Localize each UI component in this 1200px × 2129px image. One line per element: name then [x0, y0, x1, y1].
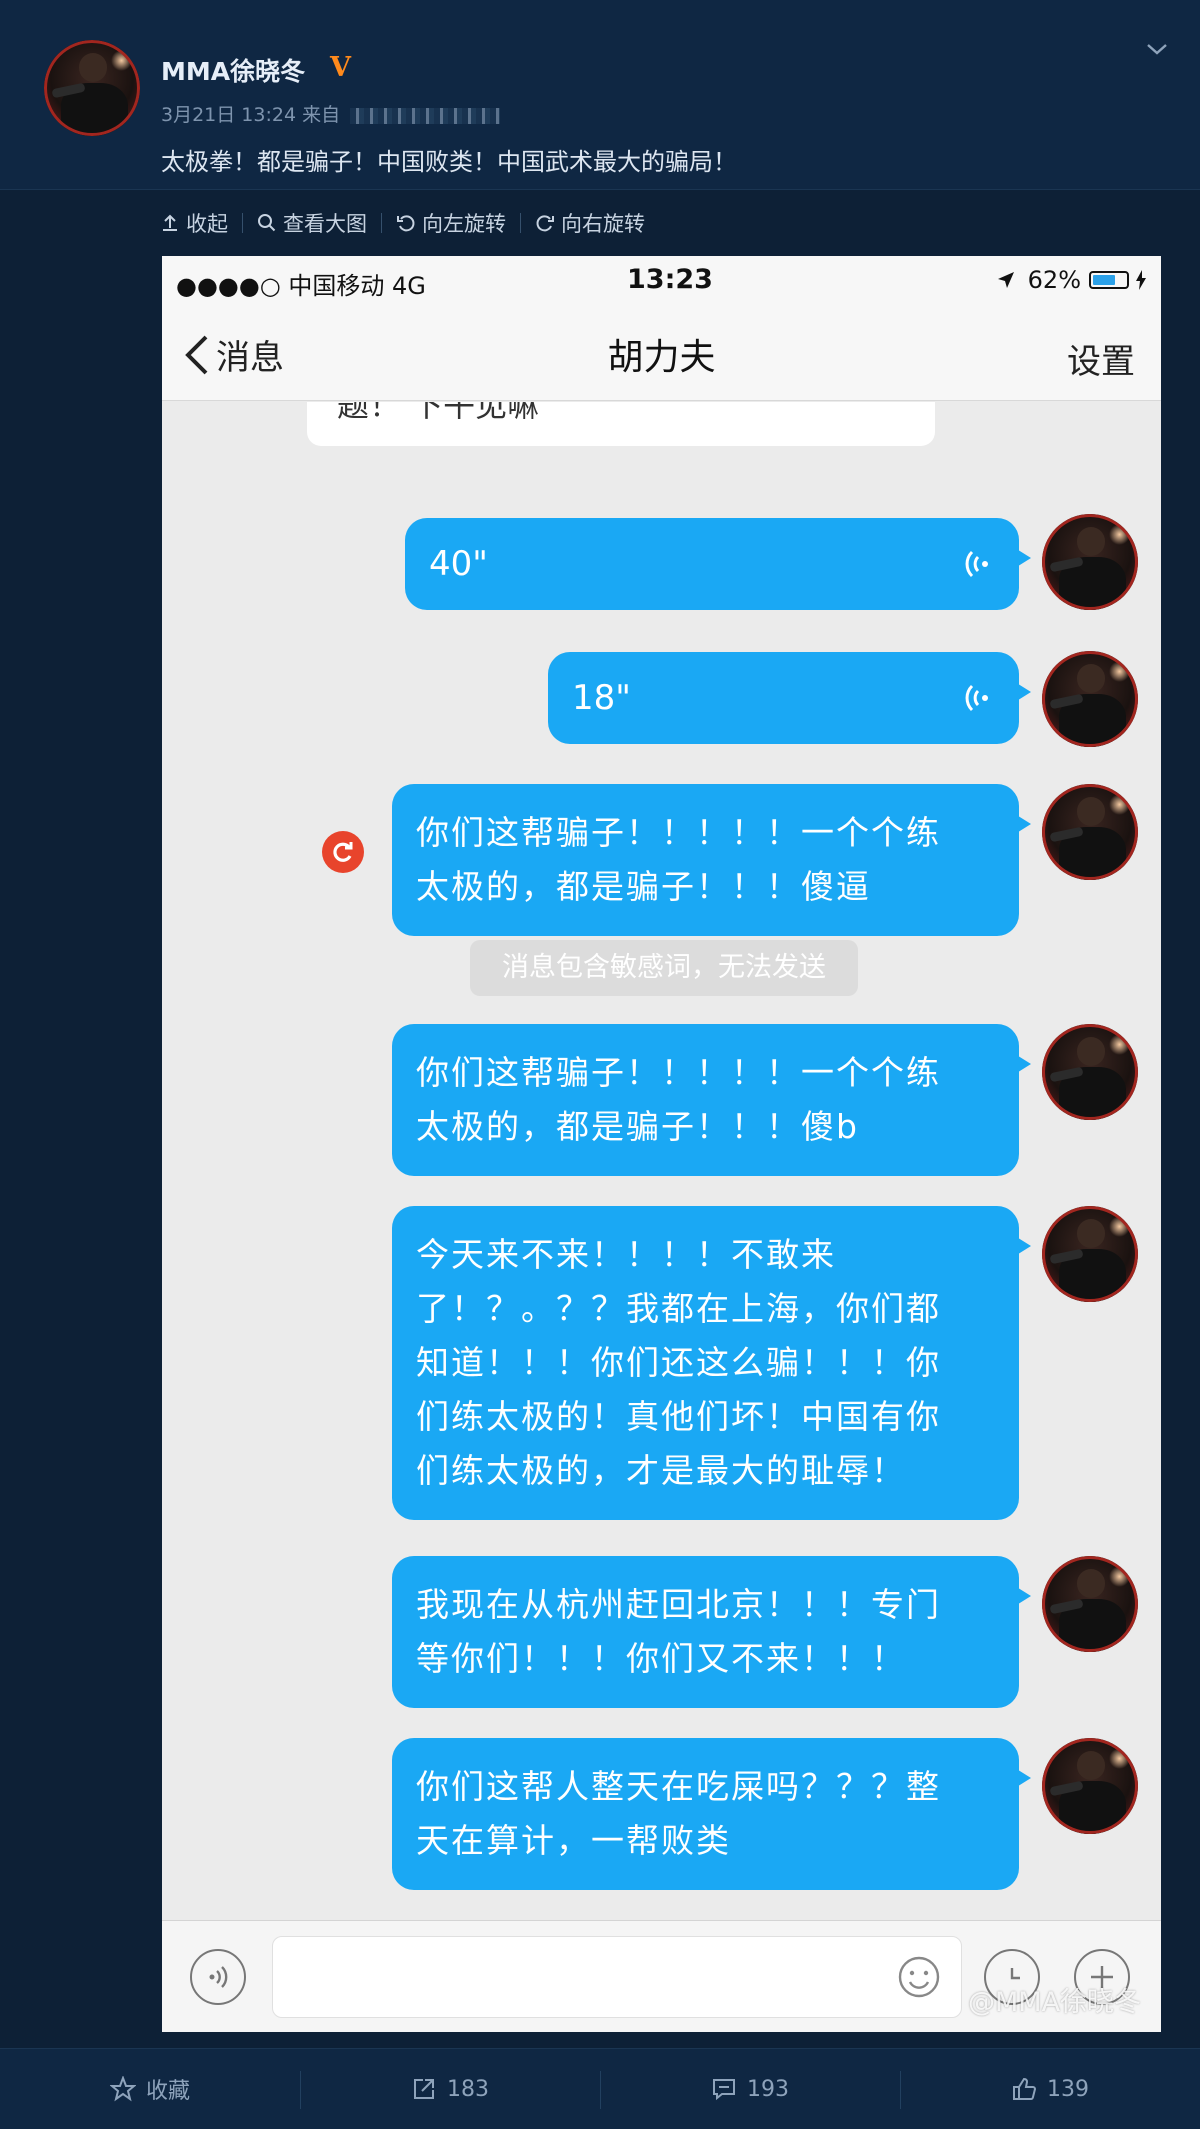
message-line: 太极的，都是骗子！！！傻逼: [416, 867, 871, 906]
voice-wave-icon: [209, 1966, 228, 1988]
sender-avatar[interactable]: [1042, 651, 1138, 747]
message-line: 你们这帮人整天在吃屎吗？？？整: [416, 1767, 941, 1806]
message-line: 天在算计，一帮败类: [416, 1821, 731, 1860]
comment-button[interactable]: 193: [600, 2049, 900, 2129]
message-line: 了！？。？？我都在上海，你们都: [416, 1289, 941, 1328]
search-icon: [258, 214, 276, 232]
message-input[interactable]: [272, 1936, 962, 2018]
resend-icon[interactable]: [322, 831, 364, 873]
share-icon: [414, 2079, 434, 2099]
text-message[interactable]: 我现在从杭州赶回北京！！！专门 等你们！！！你们又不来！！！: [392, 1556, 1031, 1708]
status-right: 62%: [996, 266, 1147, 294]
like-button[interactable]: 139: [900, 2049, 1200, 2129]
carrier-signal: ●●●●○ 中国移动 4G: [176, 272, 426, 300]
voice-wave-icon: [965, 684, 988, 712]
status-time: 13:23: [627, 264, 713, 295]
rotate-right-icon: [536, 215, 554, 232]
rotate-left-label: 向左旋转: [422, 212, 506, 236]
watermark-text: @MMA徐晓冬: [968, 1987, 1142, 2018]
sender-avatar[interactable]: [1042, 1206, 1138, 1302]
battery-icon: [1089, 271, 1129, 289]
collapse-button[interactable]: 收起: [160, 208, 242, 238]
sender-avatar[interactable]: [1042, 784, 1138, 880]
divider: [242, 213, 243, 233]
voice-input-button[interactable]: [190, 1949, 246, 2005]
charging-icon: [1136, 270, 1146, 290]
status-bar: ●●●●○ 中国移动 4G 13:23 62%: [162, 256, 1161, 306]
arrow-up-icon: [163, 214, 177, 231]
chevron-down-icon[interactable]: [1146, 38, 1168, 60]
sender-avatar[interactable]: [1042, 1738, 1138, 1834]
system-note: 消息包含敏感词，无法发送: [470, 940, 858, 996]
rotate-right-button[interactable]: 向右旋转: [535, 208, 659, 238]
message-line: 们练太极的，才是最大的耻辱！: [416, 1451, 906, 1490]
text-message[interactable]: 你们这帮骗子！！！！！一个个练 太极的，都是骗子！！！傻b: [392, 1024, 1031, 1176]
favorite-button[interactable]: 收藏: [0, 2049, 300, 2129]
rotate-left-button[interactable]: 向左旋转: [396, 208, 520, 238]
image-toolbar: 收起 查看大图 向左旋转 向右旋转: [160, 205, 659, 241]
previous-message-text: 题！ 下午见嘛: [337, 402, 540, 424]
message-line: 知道！！！你们还这么骗！！！你: [416, 1343, 941, 1382]
repost-count: 183: [447, 2076, 489, 2102]
location-arrow-icon: [997, 272, 1014, 288]
star-icon: [109, 2076, 136, 2102]
blurred-source: [350, 107, 501, 124]
battery-percent: 62%: [1027, 266, 1081, 294]
message-line: 们练太极的！真他们坏！中国有你: [416, 1397, 941, 1436]
voice-duration: 18": [572, 678, 631, 718]
voice-message[interactable]: 18": [548, 652, 1031, 744]
message-line: 你们这帮骗子！！！！！一个个练: [416, 1053, 941, 1092]
weibo-logo-icon: [930, 1993, 958, 2012]
sender-avatar[interactable]: [1042, 514, 1138, 610]
rotate-left-icon: [397, 215, 415, 232]
chat-screenshot: ●●●●○ 中国移动 4G 13:23 62% 消息 胡力夫 设置 题！ 下午见…: [162, 256, 1161, 2032]
chat-title: 胡力夫: [607, 337, 716, 378]
settings-button[interactable]: 设置: [1067, 334, 1135, 383]
thumbs-up-icon: [1013, 2077, 1037, 2100]
message-line: 你们这帮骗子！！！！！一个个练: [416, 813, 941, 852]
voice-duration: 40": [429, 544, 488, 584]
post-action-bar: 收藏 183 193 139: [0, 2048, 1200, 2129]
divider: [520, 213, 521, 233]
sender-avatar[interactable]: [1042, 1556, 1138, 1652]
view-large-button[interactable]: 查看大图: [257, 208, 381, 238]
like-count: 139: [1047, 2076, 1089, 2102]
voice-message[interactable]: 40": [405, 518, 1031, 610]
post-text: 太极拳！都是骗子！中国败类！中国武术最大的骗局！: [161, 148, 737, 176]
rotate-right-label: 向右旋转: [561, 212, 645, 236]
voice-wave-icon: [965, 550, 988, 578]
message-line: 太极的，都是骗子！！！傻b: [416, 1107, 859, 1146]
author-name[interactable]: MMA徐晓冬: [161, 52, 305, 88]
collapse-label: 收起: [186, 212, 228, 236]
text-message[interactable]: 你们这帮人整天在吃屎吗？？？整 天在算计，一帮败类: [392, 1738, 1031, 1890]
post-header: MMA徐晓冬 V 3月21日 13:24 来自 太极拳！都是骗子！中国败类！中国…: [0, 0, 1200, 190]
comment-count: 193: [747, 2076, 789, 2102]
message-line: 我现在从杭州赶回北京！！！专门: [416, 1585, 941, 1624]
verified-icon: V: [330, 52, 351, 83]
repost-button[interactable]: 183: [300, 2049, 600, 2129]
author-avatar[interactable]: [44, 40, 140, 136]
sender-avatar[interactable]: [1042, 1024, 1138, 1120]
text-message-failed[interactable]: 你们这帮骗子！！！！！一个个练 太极的，都是骗子！！！傻逼: [392, 784, 1031, 936]
message-line: 今天来不来！！！！不敢来: [416, 1235, 836, 1274]
message-line: 等你们！！！你们又不来！！！: [416, 1639, 906, 1678]
favorite-label: 收藏: [145, 2079, 190, 2104]
post-timestamp: 3月21日 13:24 来自: [161, 104, 341, 126]
chat-nav-bar: 消息 胡力夫 设置: [162, 306, 1161, 401]
view-large-label: 查看大图: [283, 212, 367, 236]
divider: [381, 213, 382, 233]
previous-message-bubble: 题！ 下午见嘛: [307, 402, 935, 446]
post-meta: 3月21日 13:24 来自: [161, 100, 501, 127]
comment-icon: [713, 2079, 735, 2101]
text-message[interactable]: 今天来不来！！！！不敢来 了！？。？？我都在上海，你们都 知道！！！你们还这么骗…: [392, 1206, 1031, 1520]
weibo-watermark: @MMA徐晓冬: [930, 1980, 1141, 2019]
